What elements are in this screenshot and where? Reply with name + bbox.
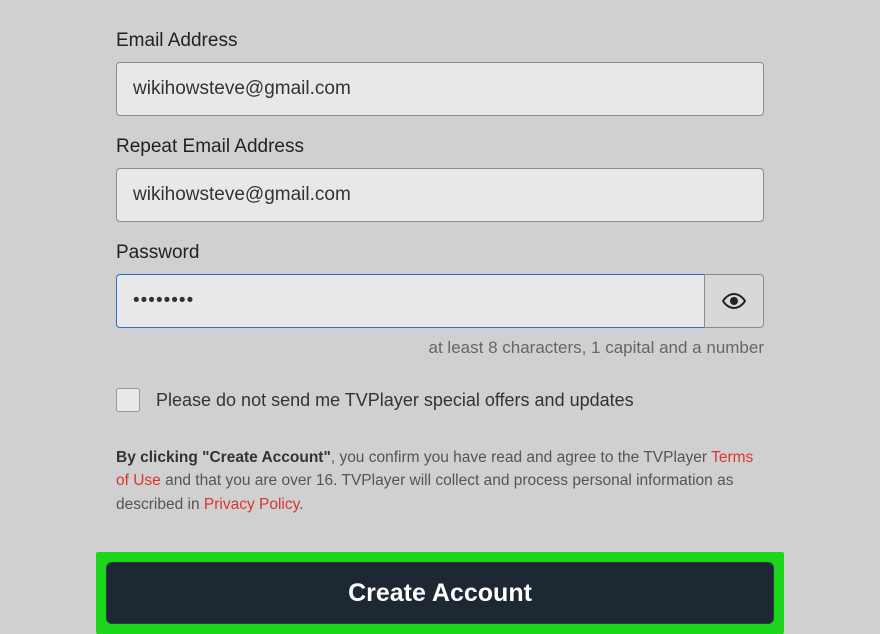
toggle-password-button[interactable]: [704, 274, 764, 328]
signup-form: Email Address Repeat Email Address Passw…: [116, 30, 764, 536]
marketing-optout-label: Please do not send me TVPlayer special o…: [156, 390, 634, 411]
repeat-email-field[interactable]: [116, 168, 764, 222]
eye-icon: [722, 289, 746, 313]
privacy-policy-link[interactable]: Privacy Policy: [204, 496, 299, 513]
marketing-optout-checkbox[interactable]: [116, 388, 140, 412]
terms-text: By clicking "Create Account", you confir…: [116, 446, 764, 516]
email-field[interactable]: [116, 62, 764, 116]
password-label: Password: [116, 242, 764, 264]
terms-bold: By clicking "Create Account": [116, 449, 331, 466]
password-hint: at least 8 characters, 1 capital and a n…: [116, 338, 764, 358]
password-field[interactable]: [116, 274, 704, 328]
create-account-button[interactable]: Create Account: [106, 562, 774, 624]
email-label: Email Address: [116, 30, 764, 52]
highlight-box: Create Account: [96, 552, 784, 634]
repeat-email-label: Repeat Email Address: [116, 136, 764, 158]
